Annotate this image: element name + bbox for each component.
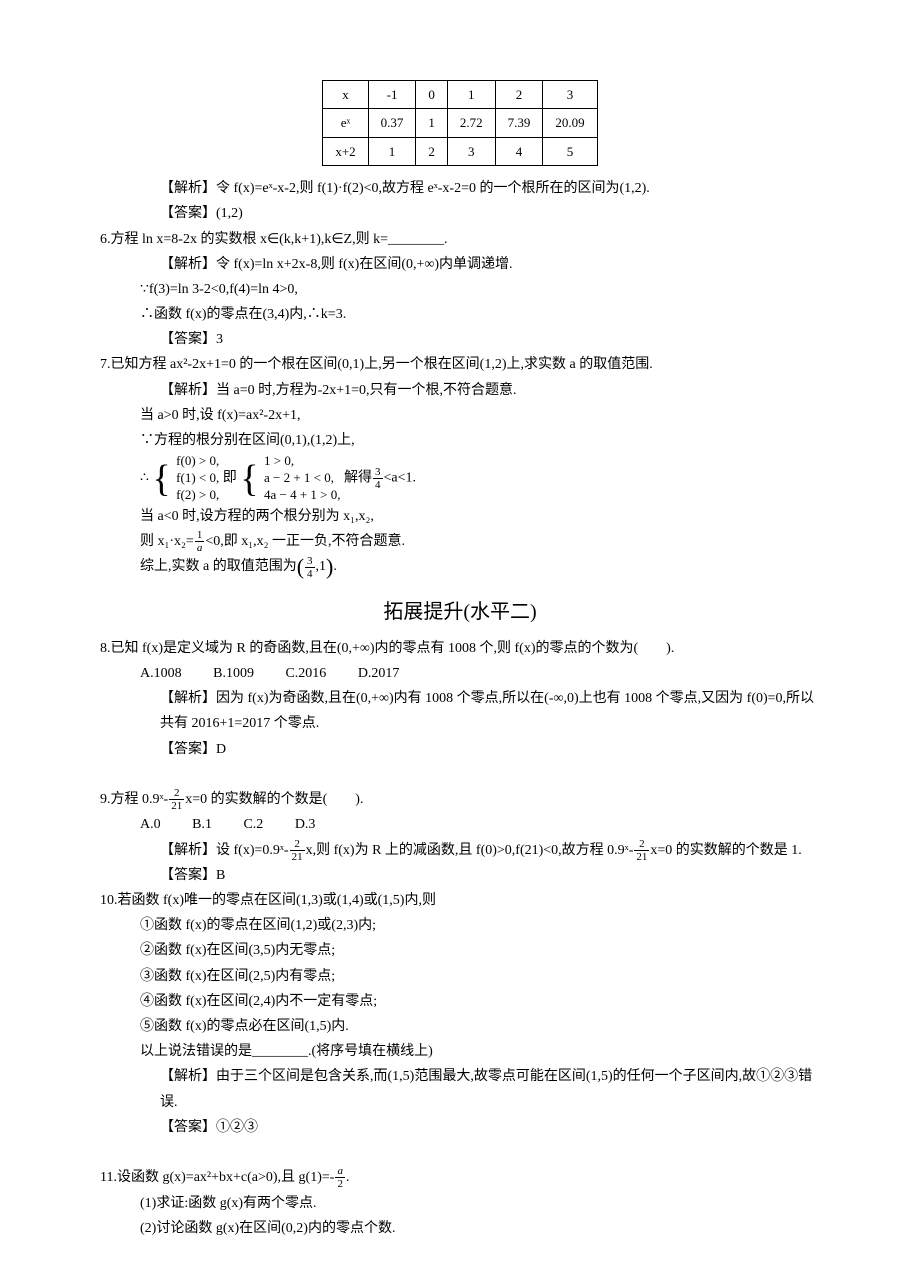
q7-a7a: 综上,实数 a 的取值范围为 xyxy=(140,559,297,574)
q9-text-a: 9.方程 0.9ˣ- xyxy=(100,792,168,807)
left-brace-icon: { xyxy=(152,460,170,498)
question-7: 7.已知方程 ax²-2x+1=0 的一个根在区间(0,1)上,另一个根在区间(… xyxy=(100,352,820,377)
cell: 2 xyxy=(495,81,543,109)
q7-analysis-2: 当 a>0 时,设 f(x)=ax²-2x+1, xyxy=(140,403,820,428)
cell: 0 xyxy=(416,81,448,109)
q9-answer: 【答案】B xyxy=(160,863,820,888)
q10-stmt-3: ③函数 f(x)在区间(2,5)内有零点; xyxy=(140,964,820,989)
q9-analysis: 【解析】设 f(x)=0.9ˣ-221x,则 f(x)为 R 上的减函数,且 f… xyxy=(160,838,820,863)
cell: 5 xyxy=(543,137,597,165)
q11-part-2: (2)讨论函数 g(x)在区间(0,2)内的零点个数. xyxy=(140,1216,820,1241)
q7-a6b: <0,即 x₁,x₂ 一正一负,不符合题意. xyxy=(205,534,405,549)
option-a: A.1008 xyxy=(140,666,182,681)
cell: 4 xyxy=(495,137,543,165)
q6-analysis-1: 【解析】令 f(x)=ln x+2x-8,则 f(x)在区间(0,+∞)内单调递… xyxy=(160,252,820,277)
q10-answer: 【答案】①②③ xyxy=(160,1115,820,1140)
frac-2-21: 221 xyxy=(169,787,184,812)
brace-r3: f(2) > 0, xyxy=(176,487,219,504)
q10-stmt-6: 以上说法错误的是________.(将序号填在横线上) xyxy=(140,1039,820,1064)
section-heading: 拓展提升(水平二) xyxy=(100,594,820,630)
q11-text-b: . xyxy=(346,1170,350,1185)
q11-text-a: 11.设函数 g(x)=ax²+bx+c(a>0),且 g(1)=- xyxy=(100,1170,334,1185)
cell: 0.37 xyxy=(368,109,416,137)
option-d: D.3 xyxy=(295,817,316,832)
q10-stmt-1: ①函数 f(x)的零点在区间(1,2)或(2,3)内; xyxy=(140,913,820,938)
q8-answer: 【答案】D xyxy=(160,737,820,762)
brace-mid: 即 xyxy=(223,471,237,486)
cell: 2 xyxy=(416,137,448,165)
therefore: ∴ xyxy=(140,471,149,486)
cell: 7.39 xyxy=(495,109,543,137)
cell: 1 xyxy=(416,109,448,137)
q7-analysis-1: 【解析】当 a=0 时,方程为-2x+1=0,只有一个根,不符合题意. xyxy=(160,378,820,403)
th-x2: x+2 xyxy=(323,137,368,165)
q7-analysis-7: 综上,实数 a 的取值范围为(34,1). xyxy=(140,554,820,579)
left-paren-icon: ( xyxy=(297,554,304,579)
q10-stmt-4: ④函数 f(x)在区间(2,4)内不一定有零点; xyxy=(140,989,820,1014)
brace-r1b: 1 > 0, xyxy=(264,453,341,470)
question-9: 9.方程 0.9ˣ-221x=0 的实数解的个数是( ). xyxy=(100,787,820,812)
option-c: C.2 xyxy=(243,817,263,832)
q9-ana-a: 【解析】设 f(x)=0.9ˣ- xyxy=(160,843,289,858)
frac-a-2: a2 xyxy=(335,1165,345,1190)
answer-text: 【答案】(1,2) xyxy=(160,201,820,226)
q10-analysis: 【解析】由于三个区间是包含关系,而(1,5)范围最大,故零点可能在区间(1,5)… xyxy=(160,1064,820,1114)
frac-1-a: 1a xyxy=(195,529,205,554)
brace-col-1: f(0) > 0, f(1) < 0, f(2) > 0, xyxy=(176,453,219,504)
frac-3-4: 34 xyxy=(373,466,383,491)
frac-2-21b: 221 xyxy=(290,838,305,863)
left-brace-icon: { xyxy=(240,460,258,498)
cell: 1 xyxy=(368,137,416,165)
cell: 3 xyxy=(543,81,597,109)
q9-ana-b: x,则 f(x)为 R 上的减函数,且 f(0)>0,f(21)<0,故方程 0… xyxy=(306,843,634,858)
frac-2-21c: 221 xyxy=(634,838,649,863)
q6-answer: 【答案】3 xyxy=(160,327,820,352)
question-10: 10.若函数 f(x)唯一的零点在区间(1,3)或(1,4)或(1,5)内,则 xyxy=(100,888,820,913)
q7-analysis-5: 当 a<0 时,设方程的两个根分别为 x₁,x₂, xyxy=(140,504,820,529)
q6-analysis-3: ∴函数 f(x)的零点在(3,4)内,∴k=3. xyxy=(140,302,820,327)
q7-analysis-3: ∵方程的根分别在区间(0,1),(1,2)上, xyxy=(140,428,820,453)
brace-r2b: a − 2 + 1 < 0, xyxy=(264,470,341,487)
cell: 2.72 xyxy=(447,109,495,137)
question-11: 11.设函数 g(x)=ax²+bx+c(a>0),且 g(1)=-a2. xyxy=(100,1165,820,1190)
q10-stmt-2: ②函数 f(x)在区间(3,5)内无零点; xyxy=(140,938,820,963)
solve-text: 解得 xyxy=(344,471,372,486)
q7-analysis-6: 则 x₁·x₂=1a<0,即 x₁,x₂ 一正一负,不符合题意. xyxy=(140,529,820,554)
option-b: B.1009 xyxy=(213,666,254,681)
q7-brace-system: ∴ { f(0) > 0, f(1) < 0, f(2) > 0, 即 { 1 … xyxy=(140,453,820,504)
question-8: 8.已知 f(x)是定义域为 R 的奇函数,且在(0,+∞)内的零点有 1008… xyxy=(100,636,820,661)
frac-3-4b: 34 xyxy=(305,555,315,580)
data-table: x -1 0 1 2 3 eˣ 0.37 1 2.72 7.39 20.09 x… xyxy=(322,80,597,166)
option-a: A.0 xyxy=(140,817,161,832)
brace-r3b: 4a − 4 + 1 > 0, xyxy=(264,487,341,504)
cell: -1 xyxy=(368,81,416,109)
q8-analysis: 【解析】因为 f(x)为奇函数,且在(0,+∞)内有 1008 个零点,所以在(… xyxy=(160,686,820,736)
q9-text-b: x=0 的实数解的个数是( ). xyxy=(185,792,363,807)
period: . xyxy=(333,559,337,574)
cell: 3 xyxy=(447,137,495,165)
q6-analysis-2: ∵f(3)=ln 3-2<0,f(4)=ln 4>0, xyxy=(140,277,820,302)
analysis-text: 【解析】令 f(x)=eˣ-x-2,则 f(1)·f(2)<0,故方程 eˣ-x… xyxy=(160,176,820,201)
q9-ana-c: x=0 的实数解的个数是 1. xyxy=(650,843,801,858)
option-b: B.1 xyxy=(192,817,212,832)
q9-options: A.0 B.1 C.2 D.3 xyxy=(140,812,820,837)
option-c: C.2016 xyxy=(285,666,326,681)
brace-r1: f(0) > 0, xyxy=(176,453,219,470)
cell: 1 xyxy=(447,81,495,109)
q7-a6a: 则 x₁·x₂= xyxy=(140,534,194,549)
q8-options: A.1008 B.1009 C.2016 D.2017 xyxy=(140,661,820,686)
q10-stmt-5: ⑤函数 f(x)的零点必在区间(1,5)内. xyxy=(140,1014,820,1039)
cell: 20.09 xyxy=(543,109,597,137)
th-x: x xyxy=(323,81,368,109)
option-d: D.2017 xyxy=(358,666,400,681)
th-ex: eˣ xyxy=(323,109,368,137)
brace-col-2: 1 > 0, a − 2 + 1 < 0, 4a − 4 + 1 > 0, xyxy=(264,453,341,504)
brace-r2: f(1) < 0, xyxy=(176,470,219,487)
inequality-tail: <a<1. xyxy=(384,471,417,486)
q11-part-1: (1)求证:函数 g(x)有两个零点. xyxy=(140,1191,820,1216)
one: 1 xyxy=(319,559,326,574)
question-6: 6.方程 ln x=8-2x 的实数根 x∈(k,k+1),k∈Z,则 k=__… xyxy=(100,227,820,252)
